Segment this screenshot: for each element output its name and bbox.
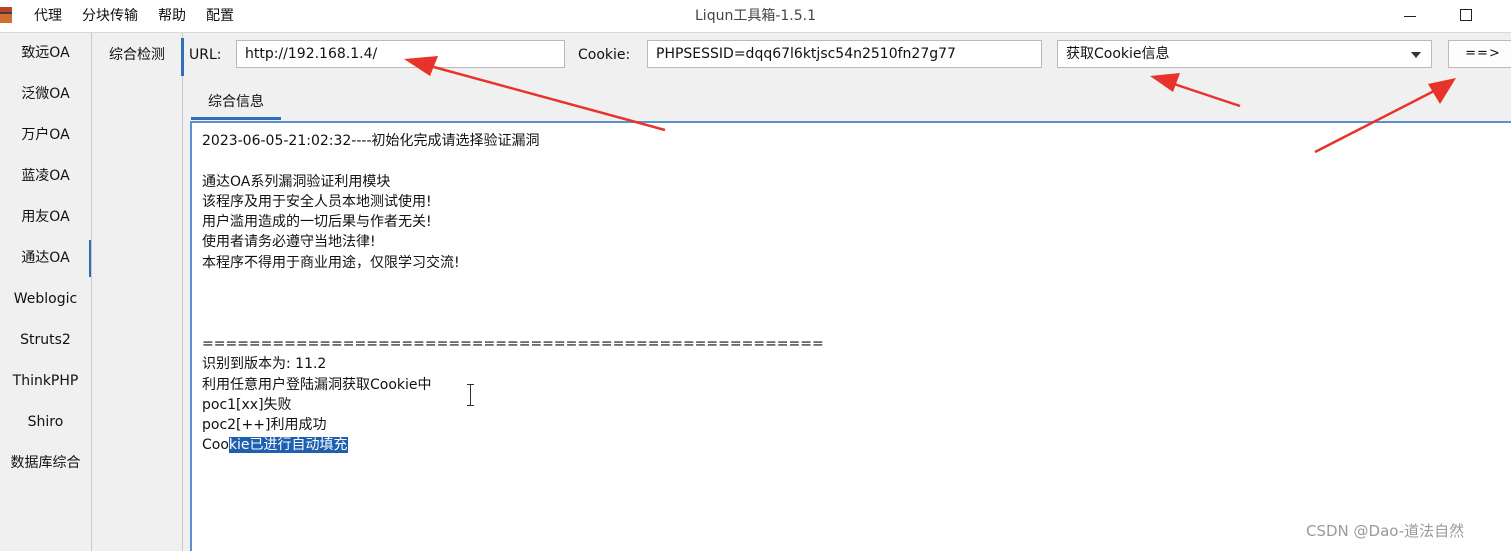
cookie-input[interactable]: PHPSESSID=dqq67l6ktjsc54n2510fn27g77 (647, 40, 1042, 68)
menu-help[interactable]: 帮助 (158, 0, 186, 32)
action-select-value: 获取Cookie信息 (1066, 46, 1170, 62)
log-text: 2023-06-05-21:02:32----初始化完成请选择验证漏洞 通达OA系… (202, 131, 824, 456)
minimize-icon[interactable] (1387, 0, 1433, 32)
sidebar-item-landray-oa[interactable]: 蓝凌OA (0, 156, 91, 197)
log-line: 利用任意用户登陆漏洞获取Cookie中 (202, 376, 432, 393)
menu-config[interactable]: 配置 (206, 0, 234, 32)
sidebar-item-yonyou-oa[interactable]: 用友OA (0, 197, 91, 238)
log-line-text: Coo (202, 437, 229, 454)
annotation-arrow-head (1428, 78, 1456, 104)
url-input[interactable]: http://192.168.1.4/ (236, 40, 565, 68)
sidebar-item-database[interactable]: 数据库综合 (0, 443, 91, 484)
menu-proxy[interactable]: 代理 (34, 0, 62, 32)
annotation-arrow-head (1150, 73, 1180, 92)
sidebar-item-shiro[interactable]: Shiro (0, 402, 91, 443)
subtab-column: 综合检测 (92, 33, 184, 551)
log-line: 本程序不得用于商业用途，仅限学习交流! (202, 254, 460, 271)
maximize-icon[interactable] (1443, 0, 1489, 32)
watermark: CSDN @Dao-道法自然 (1306, 522, 1465, 540)
subtab-comprehensive-check[interactable]: 综合检测 (92, 33, 184, 77)
log-line: 识别到版本为: 11.2 (202, 356, 327, 373)
log-line: 通达OA系列漏洞验证利用模块 (202, 173, 391, 190)
sidebar-item-wanhu-oa[interactable]: 万户OA (0, 115, 91, 156)
menu-chunked-transfer[interactable]: 分块传输 (82, 0, 138, 32)
text-cursor-icon (467, 384, 474, 406)
log-line: 2023-06-05-21:02:32----初始化完成请选择验证漏洞 (202, 133, 540, 149)
selected-text: kie已进行自动填充 (228, 437, 348, 454)
log-line: Cookie已进行自动填充 (202, 435, 824, 455)
sidebar-item-weaver-oa[interactable]: 泛微OA (0, 74, 91, 115)
title-bar: 代理 分块传输 帮助 配置 Liqun工具箱-1.5.1 (0, 0, 1511, 33)
log-line: poc2[++]利用成功 (202, 417, 327, 434)
sidebar-item-seeyon-oa[interactable]: 致远OA (0, 33, 91, 74)
log-line: poc1[xx]失败 (202, 396, 292, 413)
output-panel[interactable]: 2023-06-05-21:02:32----初始化完成请选择验证漏洞 通达OA系… (190, 121, 1511, 551)
sidebar-item-thinkphp[interactable]: ThinkPHP (0, 361, 91, 402)
app-icon (0, 7, 12, 23)
log-line: 该程序及用于安全人员本地测试使用! (202, 193, 432, 210)
cookie-label: Cookie: (578, 47, 631, 63)
log-line: 使用者请务必遵守当地法律! (202, 234, 376, 251)
menu-bar: 代理 分块传输 帮助 配置 (34, 0, 254, 32)
run-button[interactable]: ==> (1448, 40, 1511, 68)
chevron-down-icon (1411, 52, 1421, 58)
sidebar-item-struts2[interactable]: Struts2 (0, 320, 91, 361)
action-select[interactable]: 获取Cookie信息 (1057, 40, 1432, 68)
sidebar: 致远OA 泛微OA 万户OA 蓝凌OA 用友OA 通达OA Weblogic S… (0, 33, 92, 551)
annotation-arrow (1173, 82, 1241, 108)
log-line: ========================================… (202, 335, 824, 352)
tab-comprehensive-info[interactable]: 综合信息 (191, 88, 281, 120)
sidebar-item-tongda-oa[interactable]: 通达OA (0, 238, 91, 279)
sidebar-item-weblogic[interactable]: Weblogic (0, 279, 91, 320)
log-line: 用户滥用造成的一切后果与作者无关! (202, 214, 432, 231)
url-label: URL: (189, 47, 222, 63)
